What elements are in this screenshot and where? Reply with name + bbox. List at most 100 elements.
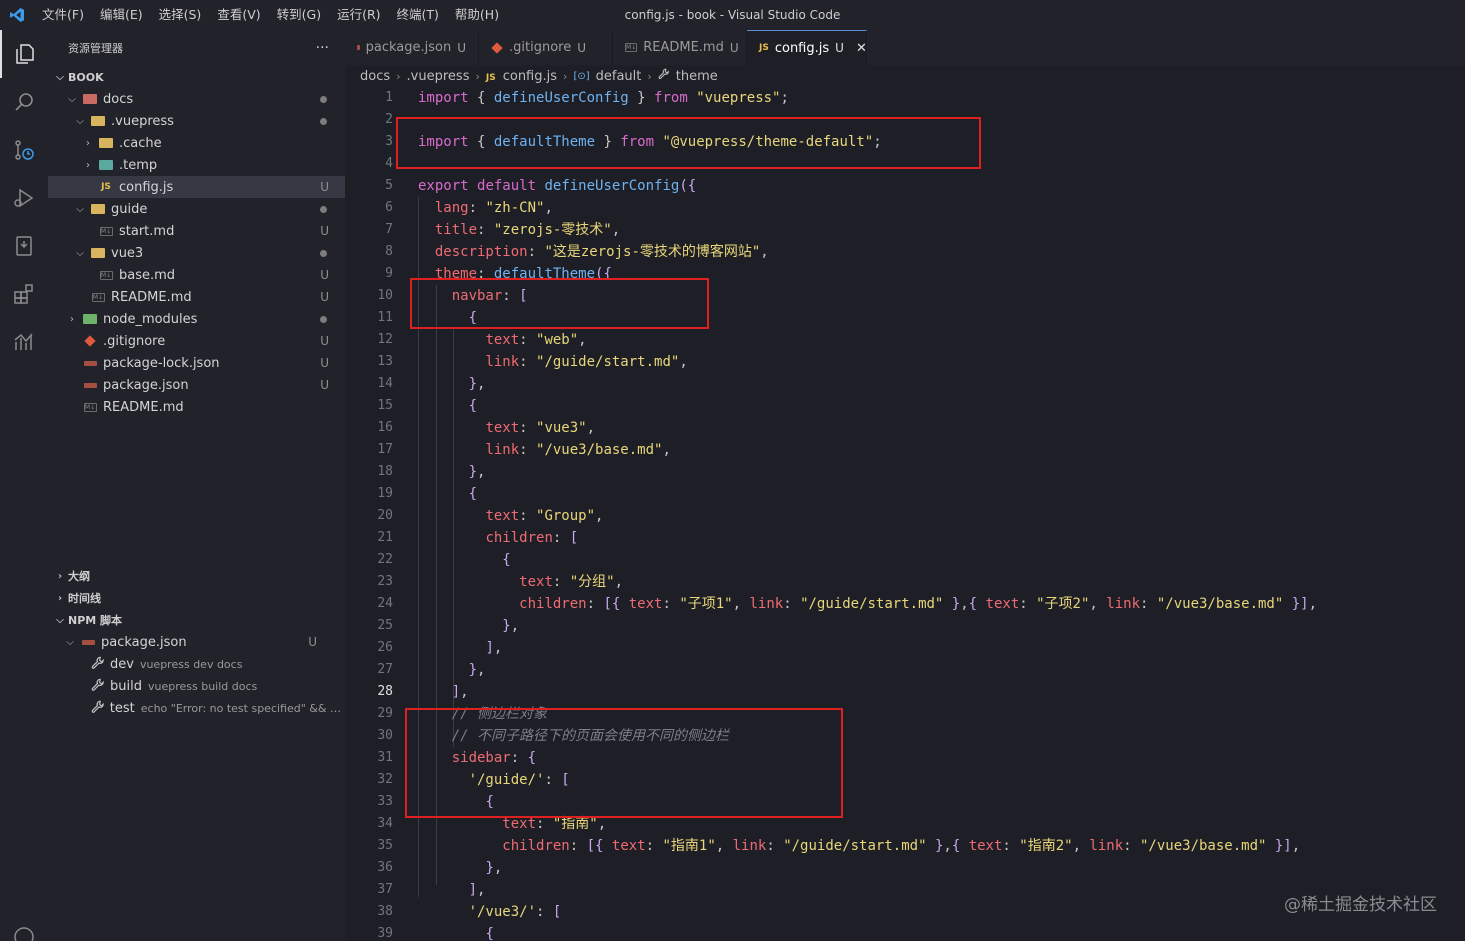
tree-item[interactable]: M↓ README.md U <box>48 286 345 308</box>
tree-item-label: .temp <box>119 157 158 173</box>
accounts-icon[interactable] <box>0 913 48 941</box>
code-token: , <box>760 244 769 260</box>
tree-item[interactable]: M↓ README.md <box>48 396 345 418</box>
tree-item[interactable]: › .cache <box>48 132 345 154</box>
modified-dot-icon <box>320 206 327 213</box>
remote-explorer-icon[interactable] <box>0 222 48 270</box>
analytics-icon[interactable] <box>0 318 48 366</box>
git-status-badge: U <box>320 356 329 370</box>
menu-item[interactable]: 文件(F) <box>34 0 92 30</box>
code-token: , <box>460 684 469 700</box>
tree-item[interactable]: package-lock.json U <box>48 352 345 374</box>
git-file-icon <box>84 335 96 347</box>
search-icon[interactable] <box>0 78 48 126</box>
tree-item[interactable]: ⌵ docs <box>48 88 345 110</box>
tree-item[interactable]: ⌵ vue3 <box>48 242 345 264</box>
npm-script-item[interactable]: dev vuepress dev docs <box>48 653 345 675</box>
tab-package-json[interactable]: package.json U <box>345 30 479 65</box>
code-token: : <box>477 222 494 238</box>
code-line: 20 text: "Group", <box>345 505 1465 527</box>
outline-section[interactable]: › 大纲 <box>48 565 345 587</box>
run-debug-icon[interactable] <box>0 174 48 222</box>
code-line: 32 '/guide/': [ <box>345 769 1465 791</box>
code-token: ] <box>451 684 461 700</box>
breadcrumb-item[interactable]: default <box>596 69 642 84</box>
line-number: 4 <box>385 156 393 171</box>
tab-config-js[interactable]: JS config.js U ✕ <box>747 30 867 65</box>
code-line: 36 }, <box>345 857 1465 879</box>
code-text: export default defineUserConfig({ <box>418 175 696 197</box>
code-text: children: [{ text: "指南1", link: "/guide/… <box>418 835 1300 857</box>
close-icon[interactable]: ✕ <box>856 41 867 56</box>
code-token: "Group" <box>536 508 596 524</box>
tree-item[interactable]: JS config.js U <box>48 176 345 198</box>
menu-item[interactable]: 编辑(E) <box>92 0 151 30</box>
code-token: { <box>468 398 478 414</box>
menu-item[interactable]: 帮助(H) <box>447 0 507 30</box>
breadcrumb-item[interactable]: theme <box>676 69 718 84</box>
tab-label: config.js <box>774 40 830 56</box>
npm-script-item[interactable]: build vuepress build docs <box>48 675 345 697</box>
line-number: 30 <box>377 728 393 743</box>
tree-item[interactable]: package.json U <box>48 374 345 396</box>
npm-package-item[interactable]: ⌵ package.json U <box>48 631 345 653</box>
tree-item[interactable]: M↓ base.md U <box>48 264 345 286</box>
wrench-icon <box>88 656 108 673</box>
git-status-badge: U <box>320 290 329 304</box>
tree-item[interactable]: ⌵ .vuepress <box>48 110 345 132</box>
menu-item[interactable]: 运行(R) <box>329 0 388 30</box>
tree-item[interactable]: › .temp <box>48 154 345 176</box>
menu-item[interactable]: 查看(V) <box>209 0 268 30</box>
code-token: , <box>586 420 596 436</box>
menu-item[interactable]: 选择(S) <box>151 0 210 30</box>
line-number: 28 <box>377 684 393 699</box>
timeline-section[interactable]: › 时间线 <box>48 587 345 609</box>
title-bar: 文件(F) 编辑(E) 选择(S) 查看(V) 转到(G) 运行(R) 终端(T) 帮助(H)… <box>0 0 1465 30</box>
code-line: 6 lang: "zh-CN", <box>345 197 1465 219</box>
tree-item[interactable]: M↓ start.md U <box>48 220 345 242</box>
menu-item[interactable]: 终端(T) <box>389 0 447 30</box>
tree-item[interactable]: ⌵ guide <box>48 198 345 220</box>
code-editor[interactable]: 1 import { defineUserConfig } from "vuepr… <box>345 87 1465 941</box>
code-token: , <box>510 618 520 634</box>
folder-icon <box>99 138 113 148</box>
breadcrumb-item[interactable]: config.js <box>503 69 557 84</box>
tab-gitignore[interactable]: .gitignore U <box>479 30 613 65</box>
tree-item[interactable]: › node_modules <box>48 308 345 330</box>
file-icon-slot <box>88 204 108 214</box>
chevron-right-icon: › <box>86 137 90 149</box>
explorer-title: 资源管理器 <box>68 42 123 55</box>
code-text: '/guide/': [ <box>418 769 570 791</box>
file-icon-slot: M↓ <box>80 402 100 412</box>
tab-readme-md[interactable]: M↓ README.md U <box>613 30 747 65</box>
tree-item[interactable]: .gitignore U <box>48 330 345 352</box>
vscode-logo-icon <box>0 0 34 30</box>
breadcrumb-item[interactable]: .vuepress <box>407 69 470 84</box>
code-line: 25 }, <box>345 615 1465 637</box>
code-line: 33 { <box>345 791 1465 813</box>
code-token: link <box>485 442 520 458</box>
code-token: defaultTheme <box>493 134 596 150</box>
source-control-icon[interactable] <box>0 126 48 174</box>
workspace-root[interactable]: ⌵ BOOK <box>48 66 345 88</box>
npm-scripts-section[interactable]: ⌵ NPM 脚本 <box>48 609 345 631</box>
code-token: sidebar <box>451 750 511 766</box>
code-text: theme: defaultTheme({ <box>418 263 612 285</box>
explorer-icon[interactable] <box>0 30 48 78</box>
code-line: 8 description: "这是zerojs-零技术的博客网站", <box>345 241 1465 263</box>
code-token: { <box>951 838 961 854</box>
more-actions-button[interactable]: ··· <box>316 40 329 56</box>
npm-script-command: vuepress build docs <box>147 679 258 693</box>
npm-script-item[interactable]: test echo "Error: no test specified" && e… <box>48 697 345 719</box>
menu-item[interactable]: 转到(G) <box>269 0 329 30</box>
code-text: ], <box>418 879 486 901</box>
folder-icon <box>83 314 97 324</box>
extensions-icon[interactable] <box>0 270 48 318</box>
breadcrumb-item[interactable]: docs <box>360 69 390 84</box>
